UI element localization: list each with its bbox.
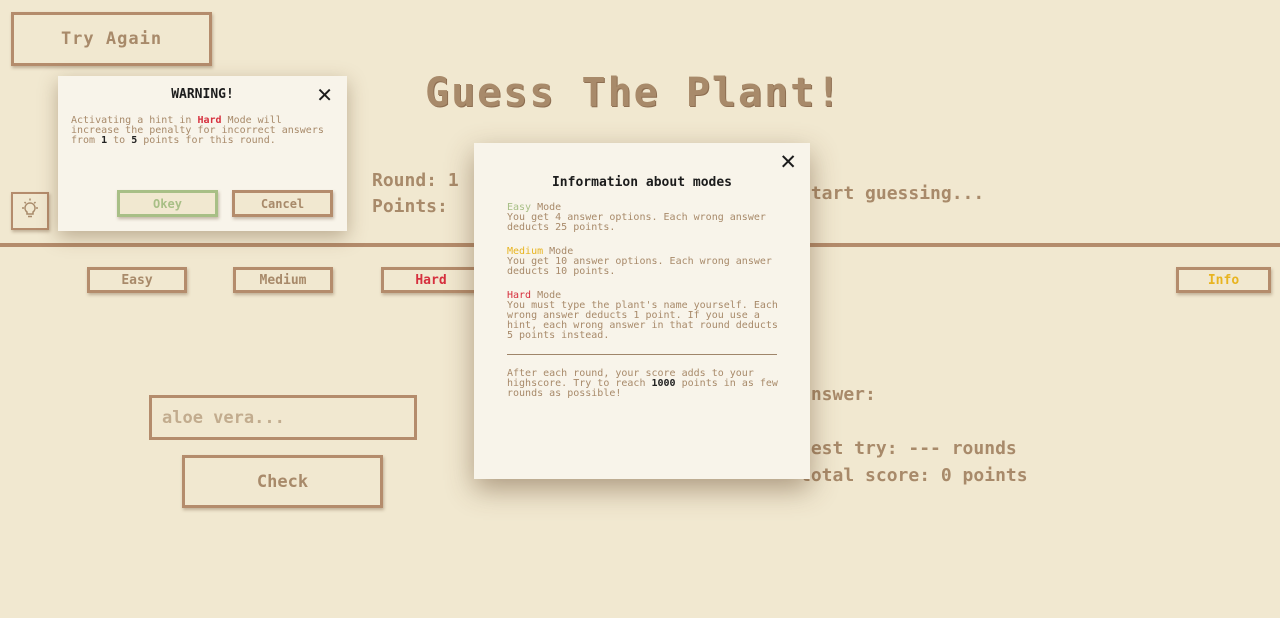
points-counter: Points: (372, 196, 448, 217)
mode-easy-button[interactable]: Easy (87, 267, 187, 293)
check-button[interactable]: Check (182, 455, 383, 508)
info-easy-description: You get 4 answer options. Each wrong ans… (507, 212, 766, 233)
page-title: Guess The Plant! (425, 70, 843, 116)
close-icon[interactable]: ✕ (316, 85, 333, 105)
round-counter: Round: 1 (372, 170, 459, 191)
lightbulb-icon (18, 197, 42, 225)
cancel-button[interactable]: Cancel (232, 190, 333, 217)
mode-hard-button[interactable]: Hard (381, 267, 481, 293)
info-button[interactable]: Info (1176, 267, 1271, 293)
try-again-button[interactable]: Try Again (11, 12, 212, 66)
info-hard-section: Hard Mode You must type the plant's name… (507, 291, 782, 341)
best-try-text: best try: --- rounds (800, 438, 1017, 459)
info-footer: After each round, your score adds to you… (507, 368, 778, 399)
okey-button[interactable]: Okey (117, 190, 218, 217)
info-hard-description: You must type the plant's name yourself.… (507, 300, 778, 341)
hint-button[interactable] (11, 192, 49, 230)
warning-message: Activating a hint in Hard Mode will incr… (71, 115, 324, 146)
answer-label: answer: (800, 384, 876, 405)
info-medium-description: You get 10 answer options. Each wrong an… (507, 256, 772, 277)
info-easy-section: Easy Mode You get 4 answer options. Each… (507, 203, 782, 233)
guess-input[interactable] (149, 395, 417, 440)
total-score-text: total score: 0 points (800, 465, 1028, 486)
warning-dialog: WARNING! ✕ Activating a hint in Hard Mod… (58, 76, 347, 231)
info-modal: ✕ Information about modes Easy Mode You … (474, 143, 810, 479)
info-modal-title: Information about modes (551, 175, 732, 190)
close-icon[interactable]: ✕ (779, 152, 797, 173)
status-text: start guessing... (800, 183, 985, 204)
info-medium-section: Medium Mode You get 10 answer options. E… (507, 247, 782, 277)
info-divider (507, 354, 777, 355)
mode-medium-button[interactable]: Medium (233, 267, 333, 293)
warning-title: WARNING! (171, 87, 234, 102)
